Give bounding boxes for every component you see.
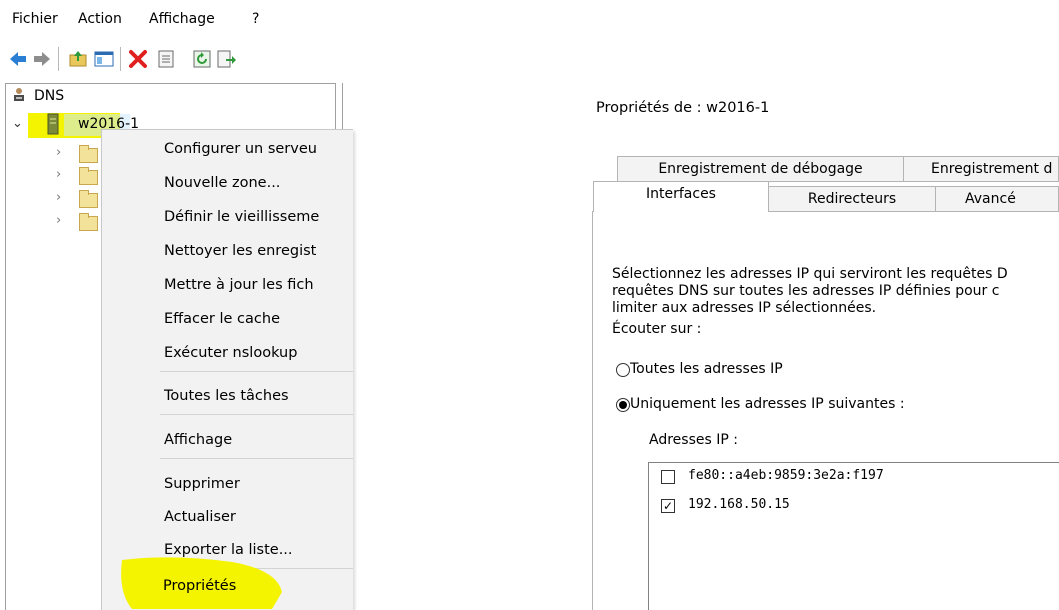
menu-bar: Fichier Action Affichage ?: [0, 0, 352, 36]
ip-address-list[interactable]: [648, 462, 1059, 610]
menu-separator: [160, 371, 353, 372]
tab-interfaces[interactable]: Interfaces: [593, 181, 769, 211]
tab-enregistrement-evenements[interactable]: Enregistrement d: [903, 156, 1059, 182]
dialog-title: Propriétés de : w2016-1: [596, 100, 770, 116]
tab-label: Avancé: [965, 191, 1016, 207]
toolbar-separator: [58, 47, 59, 71]
radio-only-ips[interactable]: [616, 398, 630, 412]
menu-affichage[interactable]: Affichage: [149, 11, 215, 27]
chevron-right-icon[interactable]: ›: [56, 190, 61, 205]
radio-all-ips-label[interactable]: Toutes les adresses IP: [630, 361, 783, 377]
menu-item-vieillissement[interactable]: Définir le vieillisseme: [164, 209, 319, 225]
menu-separator: [160, 414, 353, 415]
export-list-icon[interactable]: [216, 49, 236, 69]
menu-item-nettoyer[interactable]: Nettoyer les enregist: [164, 243, 316, 259]
folder-icon[interactable]: [79, 190, 98, 208]
chevron-right-icon[interactable]: ›: [56, 213, 61, 228]
menu-item-nslookup[interactable]: Exécuter nslookup: [164, 345, 297, 361]
tree-root-dns[interactable]: DNS: [34, 88, 64, 104]
ip-address-2[interactable]: 192.168.50.15: [688, 497, 790, 512]
chevron-right-icon[interactable]: ›: [56, 167, 61, 182]
forward-arrow-icon[interactable]: [32, 49, 52, 69]
menu-action[interactable]: Action: [78, 11, 122, 27]
menu-item-configurer[interactable]: Configurer un serveu: [164, 141, 317, 157]
dns-server-icon: [14, 88, 24, 101]
ip-list-label: Adresses IP :: [649, 432, 738, 448]
menu-item-supprimer[interactable]: Supprimer: [164, 476, 240, 492]
listen-label: Écouter sur :: [612, 321, 702, 337]
description-line-1: Sélectionnez les adresses IP qui serviro…: [612, 266, 1008, 282]
description-line-2: requêtes DNS sur toutes les adresses IP …: [612, 283, 1000, 299]
menu-fichier[interactable]: Fichier: [12, 11, 58, 27]
folder-icon[interactable]: [79, 213, 98, 231]
tab-redirecteurs[interactable]: Redirecteurs: [768, 186, 936, 212]
properties-icon[interactable]: [156, 49, 176, 69]
server-icon: [47, 113, 59, 135]
tab-label: Interfaces: [646, 186, 716, 202]
menu-item-toutes-taches[interactable]: Toutes les tâches: [164, 388, 289, 404]
menu-item-effacer-cache[interactable]: Effacer le cache: [164, 311, 280, 327]
tab-label: Redirecteurs: [807, 191, 897, 207]
chevron-down-icon[interactable]: ⌄: [12, 116, 23, 131]
chevron-right-icon[interactable]: ›: [56, 145, 61, 160]
toolbar: [0, 40, 352, 74]
show-hide-tree-icon[interactable]: [94, 49, 114, 69]
toolbar-separator: [120, 47, 121, 71]
menu-item-affichage[interactable]: Affichage: [164, 432, 232, 448]
tab-label: Enregistrement de débogage: [658, 161, 863, 177]
delete-icon[interactable]: [128, 49, 148, 69]
radio-all-ips[interactable]: [616, 363, 630, 377]
folder-icon[interactable]: [79, 145, 98, 163]
ip-checkbox-2[interactable]: ✓: [661, 499, 675, 513]
tab-label: Enregistrement d: [931, 161, 1053, 177]
menu-help[interactable]: ?: [252, 11, 259, 27]
menu-item-actualiser[interactable]: Actualiser: [164, 509, 236, 525]
tab-avance[interactable]: Avancé: [935, 186, 1059, 212]
menu-separator: [160, 458, 353, 459]
folder-icon[interactable]: [79, 167, 98, 185]
menu-item-proprietes[interactable]: Propriétés: [163, 578, 236, 594]
ip-address-1[interactable]: fe80::a4eb:9859:3e2a:f197: [688, 468, 884, 483]
active-tab-joiner: [594, 210, 768, 213]
radio-only-ips-label[interactable]: Uniquement les adresses IP suivantes :: [630, 396, 905, 412]
context-menu: Configurer un serveu Nouvelle zone... Dé…: [101, 129, 353, 610]
menu-item-mettre-a-jour[interactable]: Mettre à jour les fich: [164, 277, 314, 293]
menu-item-nouvelle-zone[interactable]: Nouvelle zone...: [164, 175, 280, 191]
up-folder-icon[interactable]: [68, 49, 88, 69]
refresh-icon[interactable]: [192, 49, 212, 69]
ip-checkbox-1[interactable]: [661, 470, 675, 484]
back-arrow-icon[interactable]: [8, 49, 28, 69]
tab-enregistrement-debogage[interactable]: Enregistrement de débogage: [617, 156, 904, 182]
description-line-3: limiter aux adresses IP sélectionnées.: [612, 300, 877, 316]
